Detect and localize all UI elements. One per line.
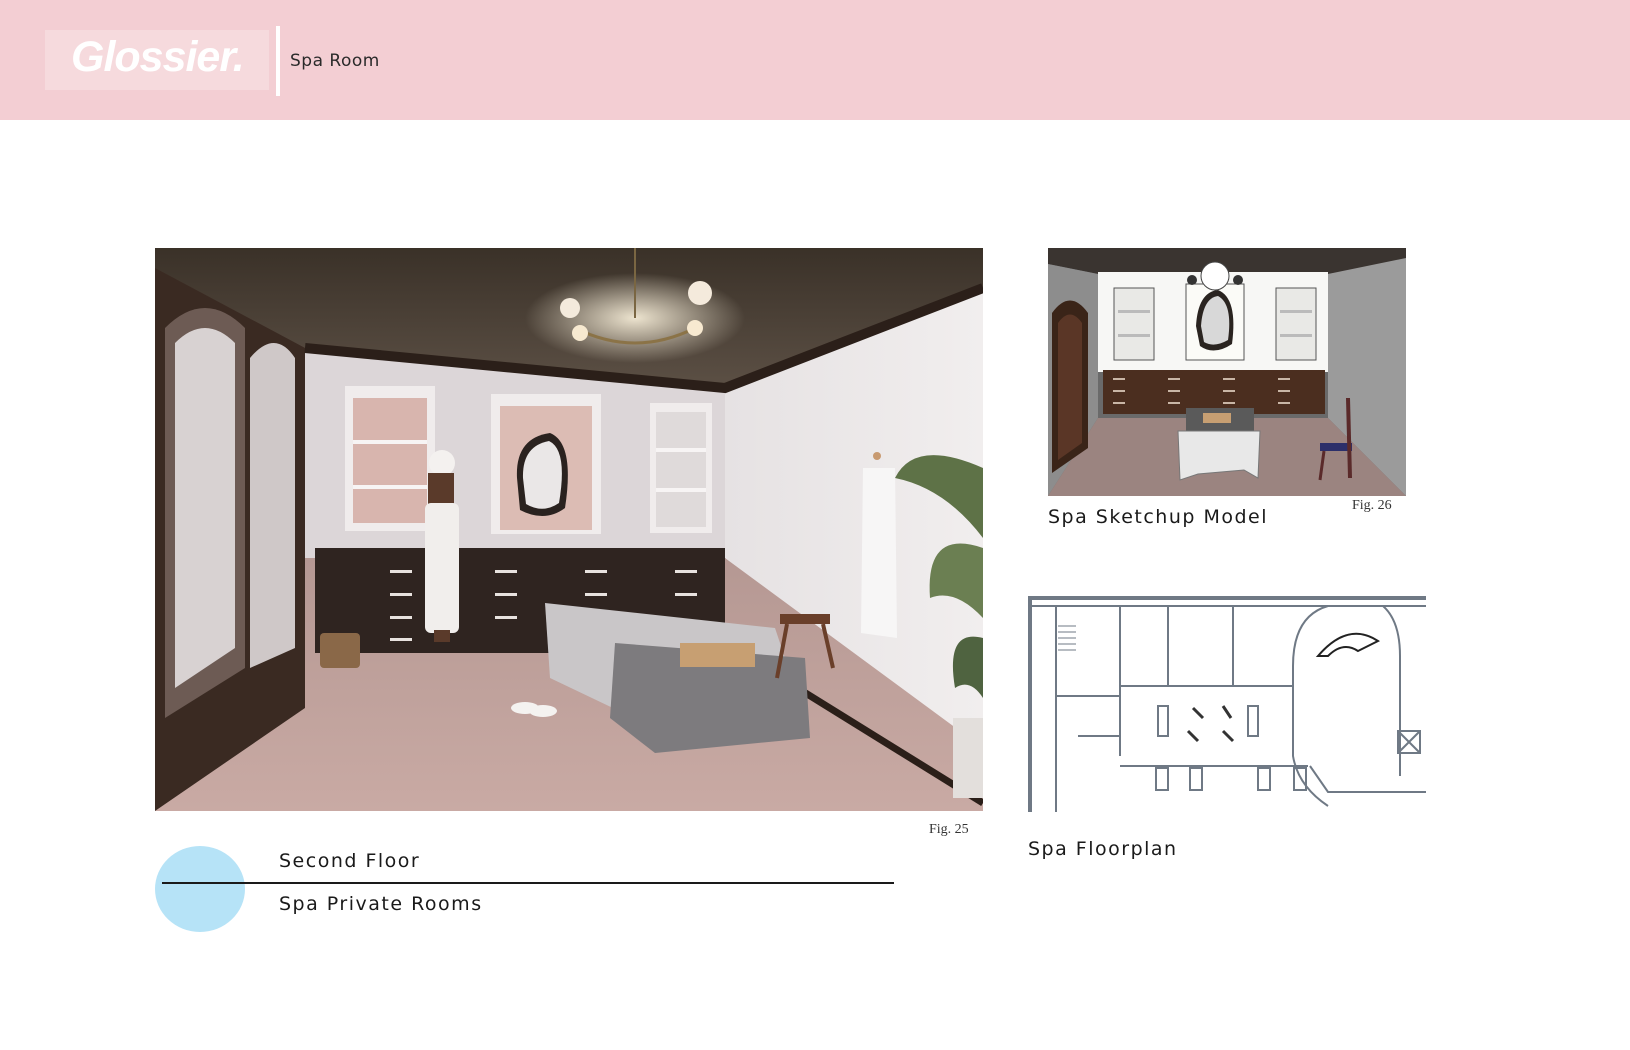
brand-logo-text: Glossier. [71,33,245,81]
section-title: Spa Room [290,51,380,71]
accent-circle [155,846,245,932]
sketchup-model-caption: Spa Sketchup Model [1048,506,1269,528]
fig-26-label: Fig. 26 [1352,498,1392,513]
page-header: Glossier. Spa Room [0,0,1630,120]
divider-line [162,882,894,884]
spa-sketchup-model-image [1048,248,1406,496]
floor-level-label: Second Floor [279,850,421,872]
header-divider [276,26,280,96]
floor-area-label: Spa Private Rooms [279,893,483,915]
brand-logo: Glossier. [45,30,269,90]
fig-25-label: Fig. 25 [929,822,969,837]
spa-floorplan-image [1028,596,1426,812]
spa-room-render [155,248,983,811]
floorplan-caption: Spa Floorplan [1028,838,1178,860]
